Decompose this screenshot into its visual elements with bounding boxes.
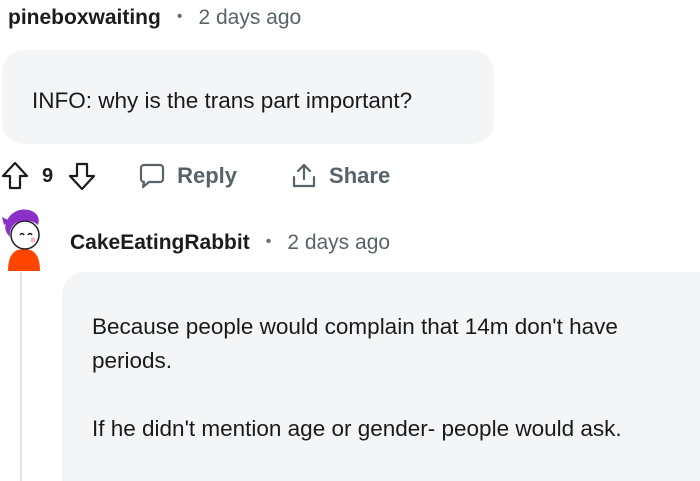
comment-text: INFO: why is the trans part important? [32,88,413,113]
meta-separator: • [176,8,183,25]
comment-body: INFO: why is the trans part important? [2,50,494,144]
comment-thread: pineboxwaiting • 2 days ago INFO: why is… [0,0,700,481]
comment-action-bar: 9 Reply Share [0,156,390,196]
share-button[interactable]: Share [289,161,390,191]
reply-author[interactable]: CakeEatingRabbit [70,231,250,255]
comment-timestamp[interactable]: 2 days ago [198,6,301,30]
meta-separator: • [265,233,272,250]
reply-paragraph: If he didn't mention age or gender- peop… [92,416,622,441]
speech-bubble-icon [137,161,167,191]
thread-line[interactable] [20,272,22,481]
avatar[interactable] [0,205,48,271]
comment-header: pineboxwaiting • 2 days ago [8,4,301,32]
upvote-arrow-icon[interactable] [0,161,30,191]
share-label: Share [329,163,391,188]
vote-count: 9 [42,164,54,187]
reply-body: Because people would complain that 14m d… [62,272,700,481]
reply-timestamp[interactable]: 2 days ago [287,231,390,255]
comment-author[interactable]: pineboxwaiting [8,6,161,30]
reply-button[interactable]: Reply [137,161,237,191]
reply-paragraph: Because people would complain that 14m d… [92,314,618,373]
reply-header: CakeEatingRabbit • 2 days ago [70,229,390,257]
downvote-arrow-icon[interactable] [67,161,97,191]
share-upload-icon [289,161,319,191]
reply-label: Reply [177,163,238,188]
